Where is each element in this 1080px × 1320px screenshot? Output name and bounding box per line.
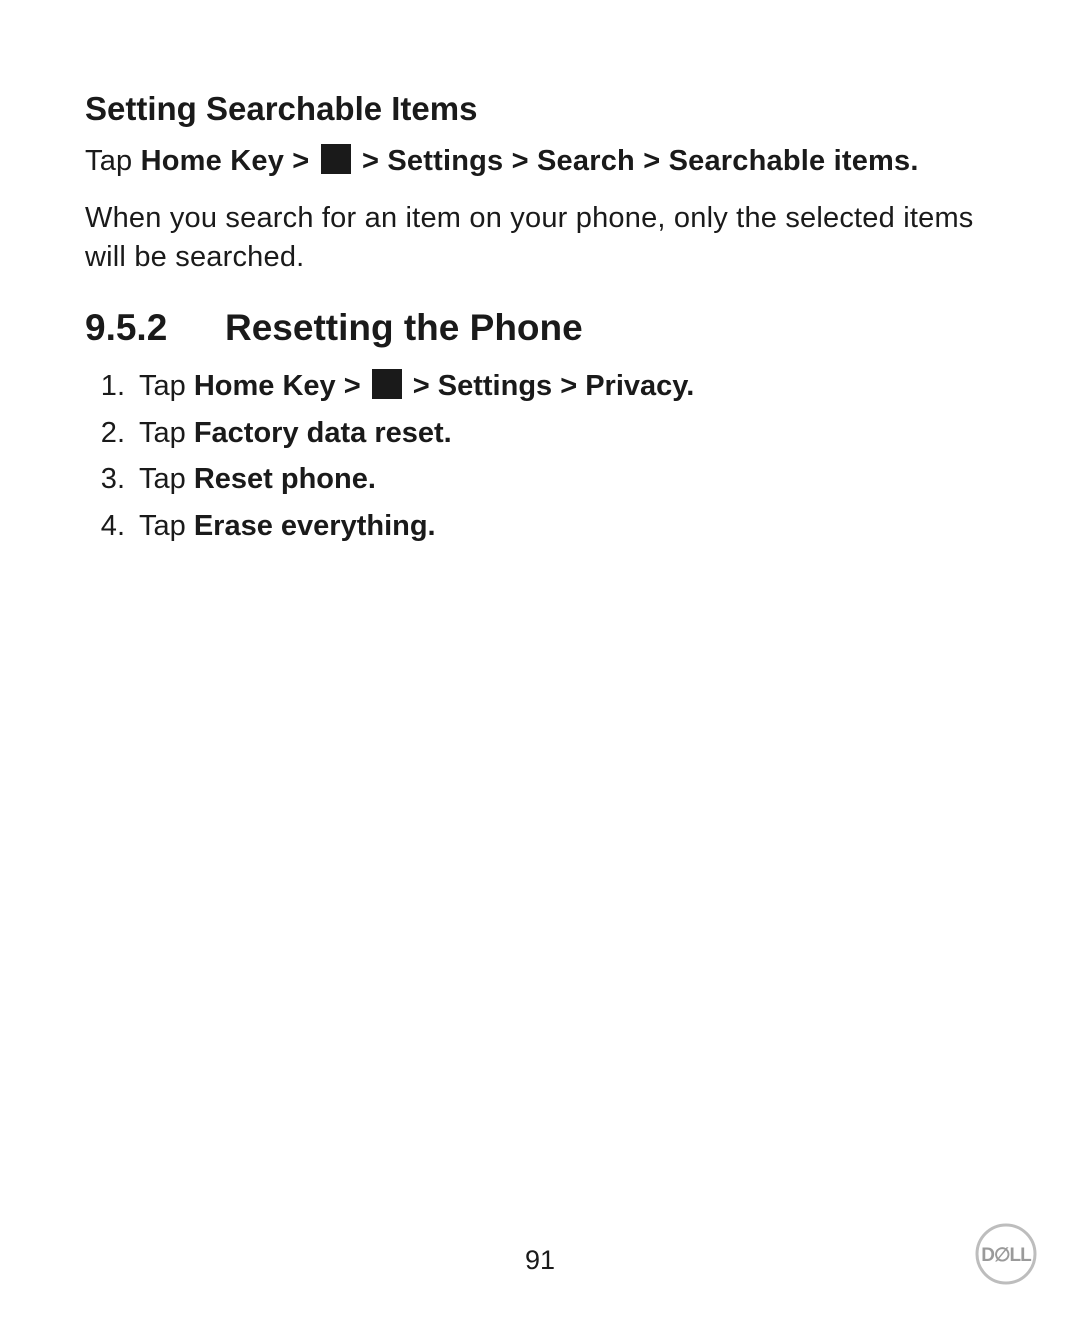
apps-grid-icon [321, 144, 351, 174]
heading-searchable-items: Setting Searchable Items [85, 90, 995, 128]
step-bold-b: > Settings > Privacy. [405, 370, 695, 402]
step-bold-a: Factory data reset. [194, 417, 452, 449]
apps-grid-icon [372, 369, 402, 399]
reset-steps-list: Tap Home Key > > Settings > Privacy. Tap… [85, 363, 995, 549]
section-number: 9.5.2 [85, 307, 225, 349]
step-2: Tap Factory data reset. [125, 410, 995, 456]
text-homekey: Home Key > [141, 145, 318, 177]
step-3: Tap Reset phone. [125, 456, 995, 502]
section-title: Resetting the Phone [225, 307, 583, 348]
text-search-description: When you search for an item on your phon… [85, 199, 995, 277]
step-4: Tap Erase everything. [125, 503, 995, 549]
instruction-searchable-path: Tap Home Key > > Settings > Search > Sea… [85, 142, 995, 181]
step-pre: Tap [139, 510, 194, 542]
step-bold-a: Erase everything. [194, 510, 436, 542]
step-pre: Tap [139, 463, 194, 495]
text-tap: Tap [85, 145, 141, 177]
text-path-searchable: > Settings > Search > Searchable items. [354, 145, 919, 177]
svg-text:D∅LL: D∅LL [981, 1245, 1032, 1266]
dell-logo-icon: D∅LL [974, 1222, 1038, 1286]
heading-resetting-phone: 9.5.2Resetting the Phone [85, 307, 995, 349]
page-number: 91 [0, 1245, 1080, 1276]
step-1: Tap Home Key > > Settings > Privacy. [125, 363, 995, 409]
step-pre: Tap [139, 417, 194, 449]
step-bold-a: Home Key > [194, 370, 369, 402]
step-bold-a: Reset phone. [194, 463, 376, 495]
step-pre: Tap [139, 370, 194, 402]
